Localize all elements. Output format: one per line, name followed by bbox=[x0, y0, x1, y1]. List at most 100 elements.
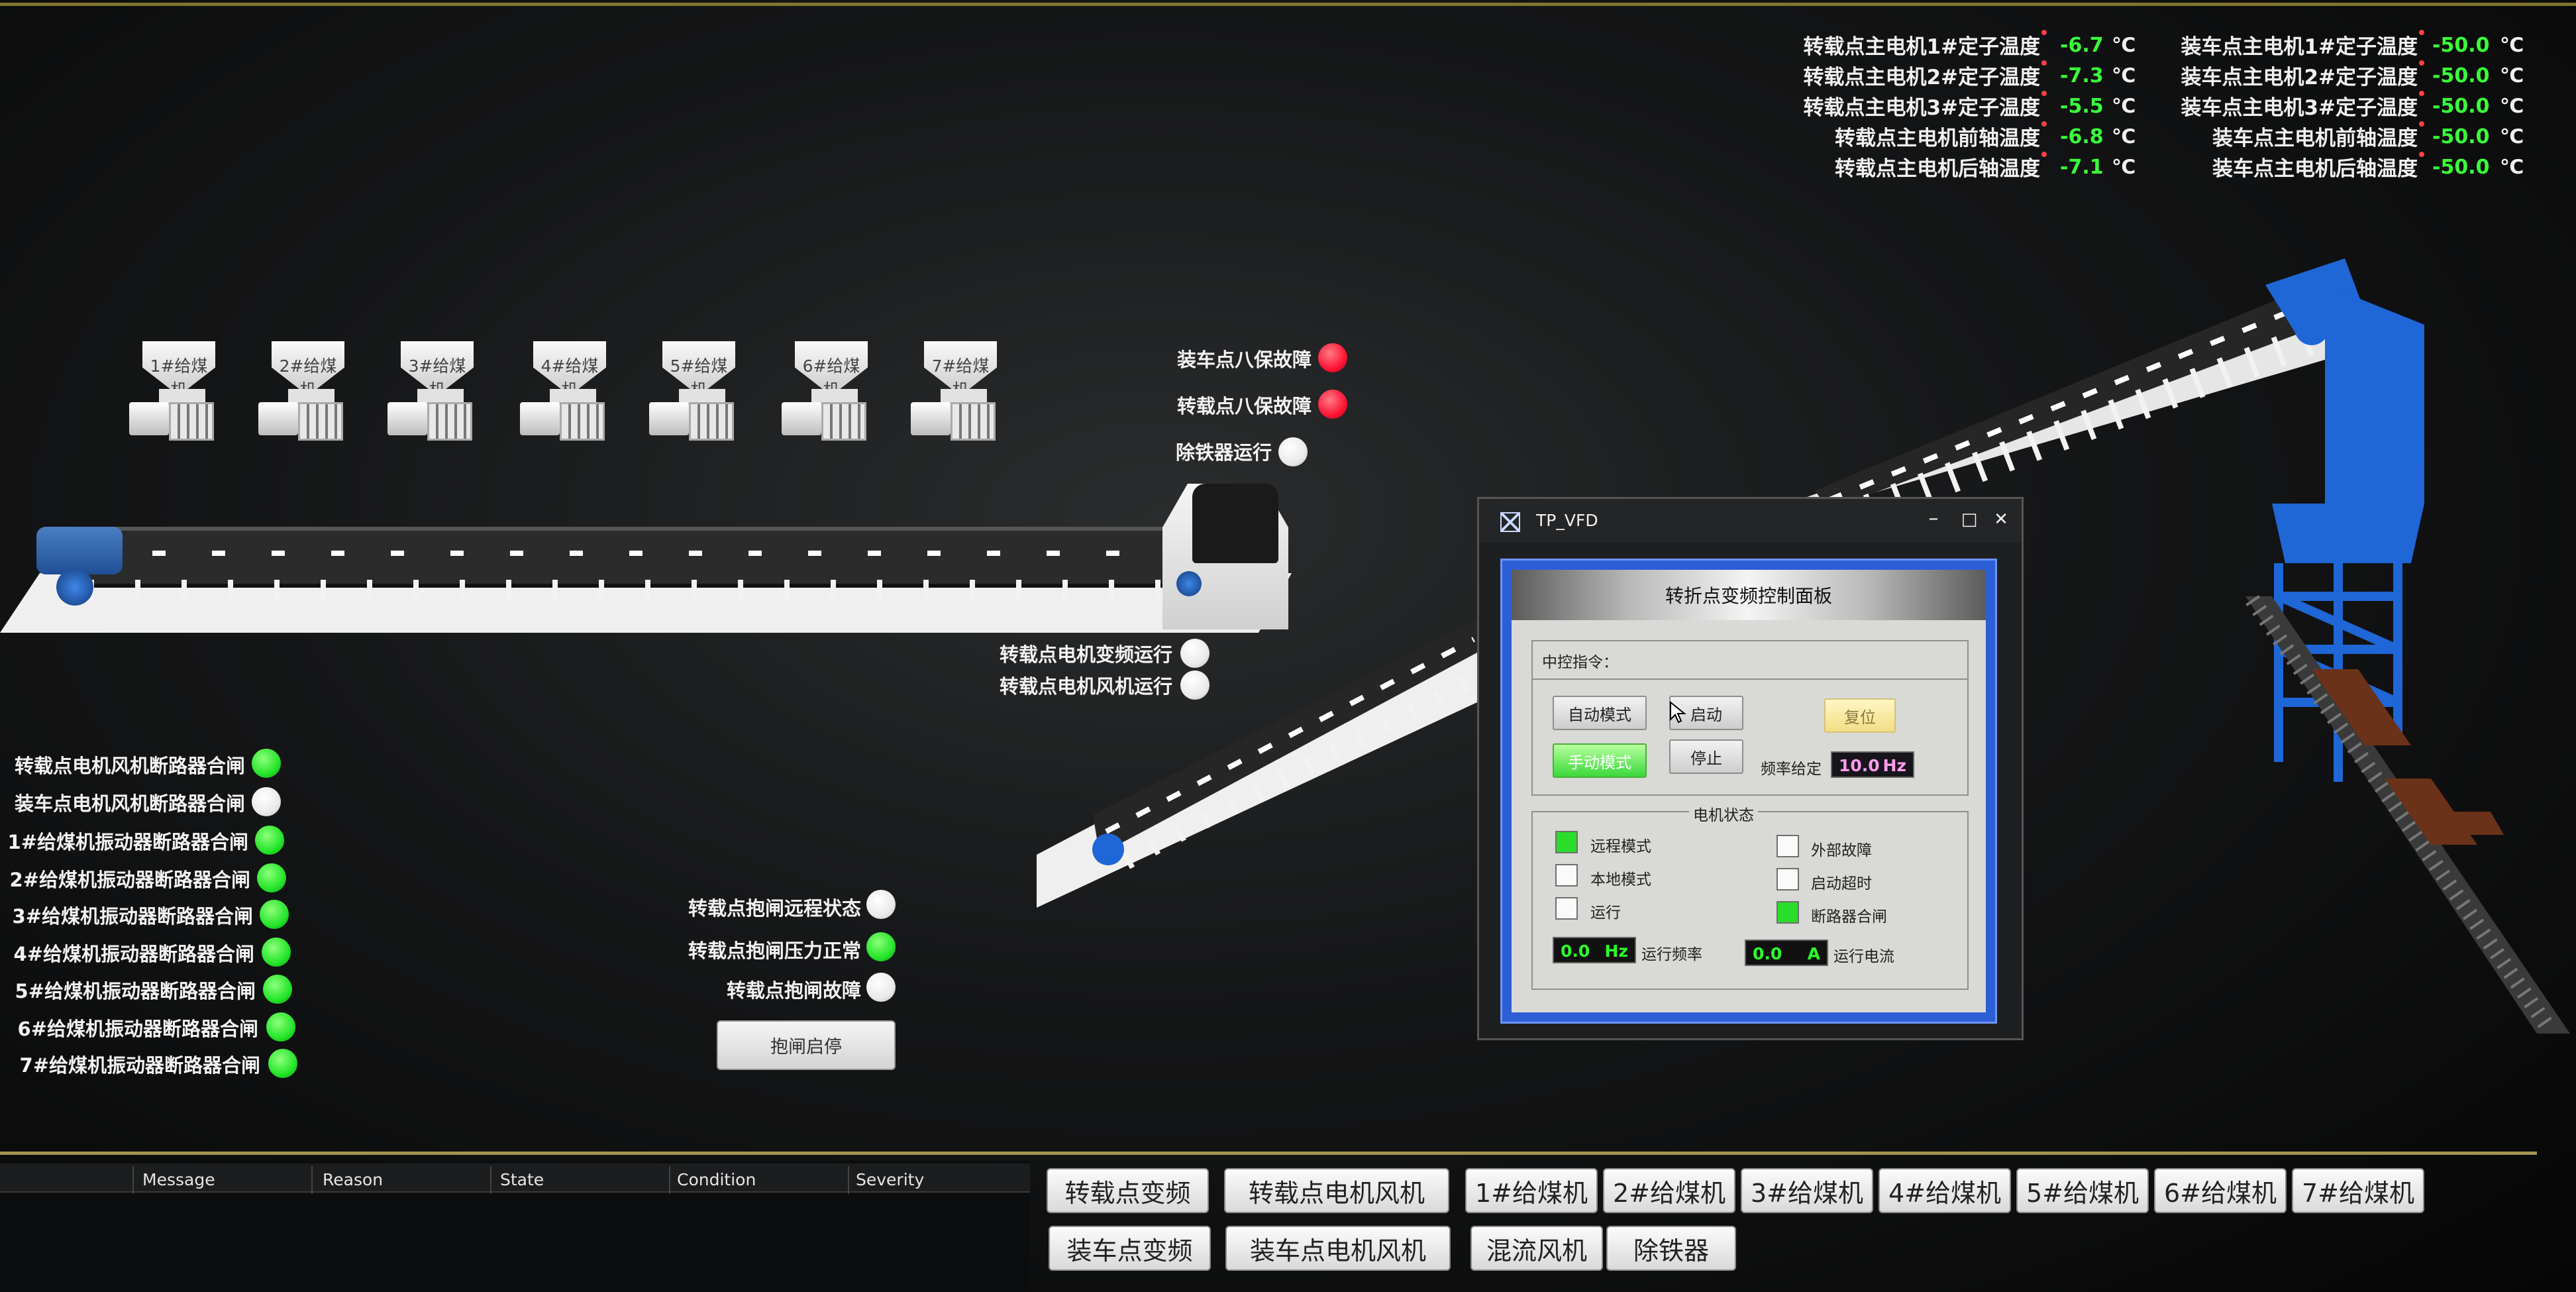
alarm-table[interactable]: Message Reason State Condition Severity bbox=[0, 1161, 1030, 1292]
reset-button[interactable]: 复位 bbox=[1824, 698, 1896, 733]
nav-button-iron-remover[interactable]: 除铁器 bbox=[1606, 1226, 1736, 1271]
breaker-lamp bbox=[268, 1049, 297, 1078]
silo-cone-icon bbox=[2272, 504, 2424, 563]
status-label: 转载点电机风机运行 bbox=[999, 675, 1172, 698]
alarm-column-header[interactable]: Reason bbox=[323, 1170, 383, 1189]
status-lamp-iron-remover bbox=[1278, 437, 1308, 466]
manual-mode-button[interactable]: 手动模式 bbox=[1553, 743, 1647, 778]
breaker-label: 1#给煤机振动器断路器合闸 bbox=[7, 831, 248, 853]
stop-button[interactable]: 停止 bbox=[1669, 739, 1743, 774]
run-current-unit: A bbox=[1807, 944, 1820, 963]
local-mode-checkbox[interactable] bbox=[1555, 864, 1578, 887]
brake-status-label: 转载点抱闸远程状态 bbox=[688, 897, 861, 920]
nav-button-feeder-6[interactable]: 6#给煤机 bbox=[2154, 1168, 2287, 1213]
breaker-label: 5#给煤机振动器断路器合闸 bbox=[15, 980, 256, 1002]
breaker-lamp bbox=[252, 749, 281, 778]
command-group: 中控指令： bbox=[1531, 640, 1969, 680]
brake-status-label: 转载点抱闸压力正常 bbox=[688, 940, 861, 962]
nav-button-loading-fan[interactable]: 装车点电机风机 bbox=[1225, 1226, 1451, 1271]
status-label: 转载点八保故障 bbox=[1176, 395, 1312, 417]
alarm-table-header: Message Reason State Condition Severity bbox=[0, 1163, 1030, 1194]
breaker-lamp bbox=[257, 863, 286, 892]
nav-button-feeder-5[interactable]: 5#给煤机 bbox=[2016, 1168, 2149, 1213]
brake-toggle-button[interactable]: 抱闸启停 bbox=[717, 1020, 896, 1070]
breaker-lamp bbox=[252, 787, 281, 816]
nav-button-transfer-vfd[interactable]: 转载点变频 bbox=[1047, 1168, 1209, 1213]
breaker-label: 2#给煤机振动器断路器合闸 bbox=[9, 869, 250, 891]
breaker-label: 7#给煤机振动器断路器合闸 bbox=[19, 1054, 260, 1077]
silo-icon bbox=[2325, 285, 2424, 504]
freq-setpoint-value: 10.0 bbox=[1839, 756, 1880, 775]
checkbox-label: 外部故障 bbox=[1811, 842, 1872, 859]
external-fault-checkbox[interactable] bbox=[1777, 835, 1799, 857]
checkbox-label: 本地模式 bbox=[1590, 871, 1651, 888]
alarm-column-header[interactable]: State bbox=[500, 1170, 544, 1189]
brake-lamp-fault bbox=[866, 973, 896, 1002]
close-icon[interactable]: ✕ bbox=[1989, 510, 2013, 529]
breaker-lamp bbox=[263, 975, 292, 1004]
run-frequency-unit: Hz bbox=[1604, 942, 1628, 961]
freq-setpoint-label: 频率给定 bbox=[1761, 761, 1822, 778]
run-frequency-label: 运行频率 bbox=[1641, 946, 1702, 963]
auto-mode-button[interactable]: 自动模式 bbox=[1553, 696, 1647, 730]
vfd-window[interactable]: TP_VFD – □ ✕ 转折点变频控制面板 中控指令： 自动模式 启动 复位 … bbox=[1477, 497, 2024, 1040]
remote-mode-checkbox[interactable] bbox=[1555, 831, 1578, 853]
alarm-column-header[interactable]: Condition bbox=[677, 1170, 756, 1189]
nav-button-feeder-3[interactable]: 3#给煤机 bbox=[1741, 1168, 1873, 1213]
checkbox-label: 启动超时 bbox=[1811, 875, 1872, 892]
mouse-cursor-icon bbox=[1670, 701, 1686, 724]
breaker-label: 装车点电机风机断路器合闸 bbox=[14, 792, 245, 815]
motor-state-label: 电机状态 bbox=[1689, 802, 1758, 825]
breaker-label: 4#给煤机振动器断路器合闸 bbox=[13, 943, 254, 965]
run-frequency-value: 0.0 bbox=[1561, 942, 1590, 961]
brake-lamp-remote bbox=[866, 890, 896, 919]
nav-button-mixing-fan[interactable]: 混流风机 bbox=[1470, 1226, 1603, 1271]
vfd-control-panel: 转折点变频控制面板 中控指令： 自动模式 启动 复位 手动模式 停止 频率给定 … bbox=[1500, 559, 1997, 1024]
nav-button-loading-vfd[interactable]: 装车点变频 bbox=[1049, 1226, 1211, 1271]
run-frequency-display: 0.0 Hz bbox=[1553, 937, 1636, 963]
bottom-border bbox=[0, 1152, 2537, 1155]
breaker-lamp bbox=[260, 900, 289, 929]
breaker-label: 6#给煤机振动器断路器合闸 bbox=[17, 1018, 258, 1040]
breaker-lamp bbox=[255, 826, 284, 855]
maximize-icon[interactable]: □ bbox=[1957, 510, 1981, 529]
inclined-conveyors bbox=[1037, 258, 2570, 1035]
window-title: TP_VFD bbox=[1536, 511, 1598, 530]
status-label: 装车点八保故障 bbox=[1176, 349, 1312, 371]
running-checkbox[interactable] bbox=[1555, 897, 1578, 920]
status-label: 除铁器运行 bbox=[1175, 441, 1272, 464]
status-lamp-transfer-protect-fault bbox=[1318, 390, 1347, 419]
alarm-column-header[interactable]: Message bbox=[142, 1170, 215, 1189]
status-label: 转载点电机变频运行 bbox=[999, 643, 1172, 666]
checkbox-label: 断路器合闸 bbox=[1811, 908, 1887, 926]
status-lamp-vfd-run bbox=[1180, 639, 1210, 668]
nav-button-feeder-4[interactable]: 4#给煤机 bbox=[1879, 1168, 2011, 1213]
status-lamp-loading-protect-fault bbox=[1318, 343, 1347, 372]
run-current-value: 0.0 bbox=[1753, 944, 1782, 963]
freq-setpoint-input[interactable]: 10.0 Hz bbox=[1831, 751, 1914, 778]
freq-setpoint-unit: Hz bbox=[1882, 756, 1906, 775]
brake-status-label: 转载点抱闸故障 bbox=[726, 979, 861, 1002]
breaker-lamp bbox=[262, 938, 291, 967]
run-current-label: 运行电流 bbox=[1833, 948, 1894, 965]
alarm-column-header[interactable]: Severity bbox=[856, 1170, 924, 1189]
nav-button-feeder-7[interactable]: 7#给煤机 bbox=[2292, 1168, 2424, 1213]
start-timeout-checkbox[interactable] bbox=[1777, 868, 1799, 890]
window-titlebar[interactable]: TP_VFD – □ ✕ bbox=[1479, 499, 2022, 543]
brake-lamp-pressure bbox=[866, 932, 896, 961]
head-pulley-icon bbox=[2294, 311, 2329, 345]
scada-screen: 转载点主电机1#定子温度 -6.7 ℃ 转载点主电机2#定子温度 -7.3 ℃ 转载点主… bbox=[0, 0, 2576, 1292]
breaker-lamp bbox=[266, 1012, 295, 1042]
nav-button-transfer-fan[interactable]: 转载点电机风机 bbox=[1224, 1168, 1449, 1213]
minimize-icon[interactable]: – bbox=[1922, 507, 1945, 530]
breaker-closed-checkbox[interactable] bbox=[1777, 901, 1799, 924]
nav-button-feeder-2[interactable]: 2#给煤机 bbox=[1603, 1168, 1735, 1213]
checkbox-label: 运行 bbox=[1590, 904, 1621, 922]
status-lamp-fan-run bbox=[1180, 671, 1210, 700]
rail-track bbox=[2245, 596, 2570, 1034]
run-current-display: 0.0 A bbox=[1745, 940, 1828, 966]
nav-button-feeder-1[interactable]: 1#给煤机 bbox=[1465, 1168, 1598, 1213]
tail-pulley-icon bbox=[1092, 834, 1124, 865]
checkbox-label: 远程模式 bbox=[1590, 838, 1651, 855]
command-label: 中控指令： bbox=[1542, 654, 1618, 671]
